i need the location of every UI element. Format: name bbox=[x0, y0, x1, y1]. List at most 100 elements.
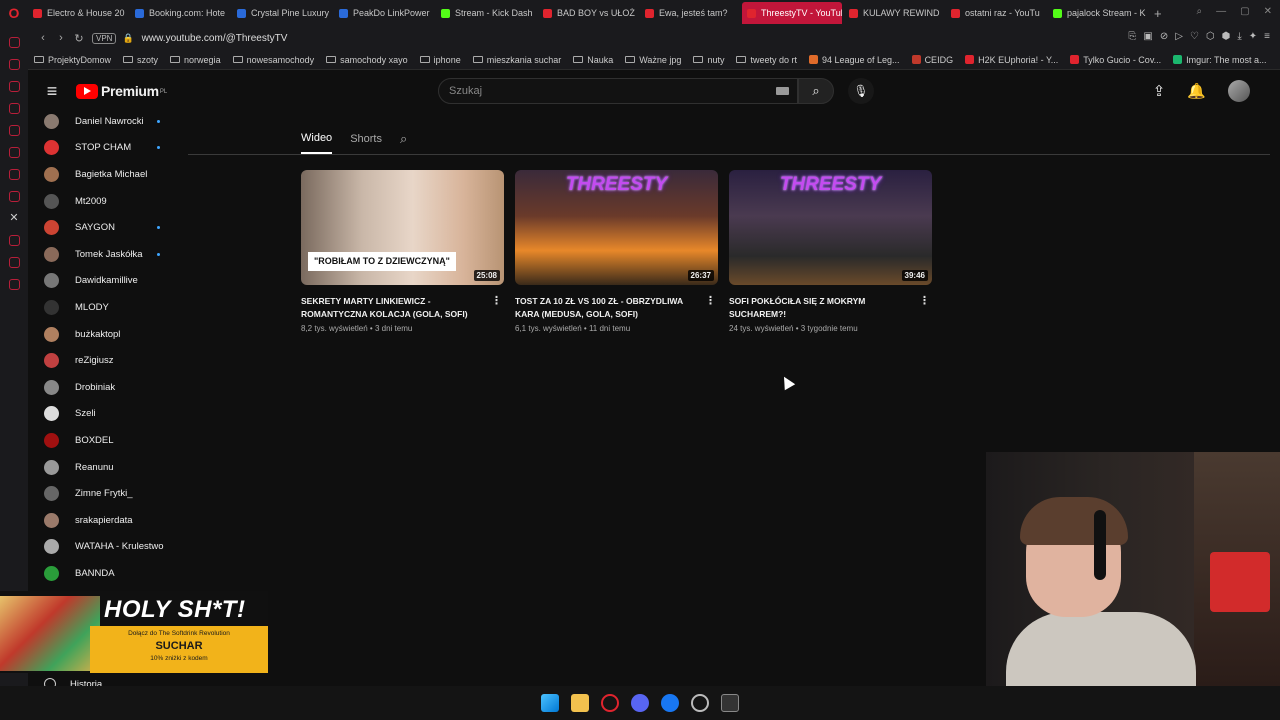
opera-taskbar-icon[interactable] bbox=[601, 694, 619, 712]
video-thumbnail[interactable]: "ROBIŁAM TO Z DZIEWCZYNĄ" 25:08 bbox=[301, 170, 504, 285]
downloads-icon[interactable] bbox=[8, 257, 20, 268]
bookmark-item[interactable]: nowesamochody bbox=[232, 55, 314, 65]
back-icon[interactable]: ‹ bbox=[34, 32, 52, 44]
sidebar-item-channel[interactable]: Zimne Frytki_ bbox=[28, 480, 188, 507]
bookmark-item[interactable]: samochody xayo bbox=[326, 55, 408, 65]
browser-tab[interactable]: ostatni raz - YouTu bbox=[946, 2, 1046, 24]
browser-tab[interactable]: Stream - Kick Dash bbox=[436, 2, 536, 24]
player-icon[interactable]: ▷ bbox=[1175, 31, 1183, 42]
telegram-icon[interactable] bbox=[8, 125, 20, 136]
sidebar-item-channel[interactable]: Reanunu bbox=[28, 454, 188, 481]
search-tabs-icon[interactable]: ⌕ bbox=[1197, 6, 1203, 17]
extensions-icon[interactable] bbox=[8, 279, 20, 290]
browser-tab[interactable]: Electro & House 20 bbox=[28, 2, 128, 24]
file-explorer-icon[interactable] bbox=[571, 694, 589, 712]
video-menu-icon[interactable]: ⋮ bbox=[705, 295, 716, 308]
whatsapp-icon[interactable] bbox=[8, 103, 20, 114]
discord-taskbar-icon[interactable] bbox=[631, 694, 649, 712]
search-input[interactable]: Szukaj bbox=[438, 78, 798, 104]
video-thumbnail[interactable]: THREESTY 26:37 bbox=[515, 170, 718, 285]
guide-menu-icon[interactable]: ≡ bbox=[28, 81, 76, 102]
ai-icon[interactable]: ✦ bbox=[1249, 31, 1257, 42]
sidebar-item-channel[interactable]: Drobiniak bbox=[28, 374, 188, 401]
messenger-taskbar-icon[interactable] bbox=[661, 694, 679, 712]
browser-tab[interactable]: Booking.com: Hote bbox=[130, 2, 230, 24]
sidebar-item-channel[interactable]: Tomek Jaskółka bbox=[28, 241, 188, 268]
video-thumbnail[interactable]: THREESTY 39:46 bbox=[729, 170, 932, 285]
bookmark-item[interactable]: H2K EUphoria! - Y... bbox=[965, 55, 1058, 65]
download-icon[interactable]: ⤓ bbox=[1237, 31, 1241, 42]
account-avatar[interactable] bbox=[1228, 80, 1250, 102]
forward-icon[interactable]: › bbox=[52, 32, 70, 44]
browser-tab[interactable]: ThreestyTV - YouTube bbox=[742, 2, 842, 24]
bookmark-item[interactable]: norwegia bbox=[170, 55, 221, 65]
new-tab-icon[interactable]: + bbox=[1154, 6, 1162, 21]
search-button[interactable]: ⌕ bbox=[798, 78, 834, 104]
url-field[interactable]: www.youtube.com/@ThreestyTV bbox=[142, 33, 288, 44]
aria-icon[interactable] bbox=[8, 59, 20, 70]
sidebar-item-channel[interactable]: reZigiusz bbox=[28, 347, 188, 374]
sidebar-item-channel[interactable]: srakapierdata bbox=[28, 507, 188, 534]
menu-icon[interactable]: ≡ bbox=[1264, 31, 1270, 42]
sidebar-item-channel[interactable]: Bagietka Michael bbox=[28, 161, 188, 188]
bookmark-item[interactable]: iphone bbox=[419, 55, 461, 65]
adblock-icon[interactable]: ⊘ bbox=[1160, 31, 1168, 42]
sidebar-item-channel[interactable]: BANNDA bbox=[28, 560, 188, 587]
sidebar-item-channel[interactable]: SAYGON bbox=[28, 214, 188, 241]
voice-search-icon[interactable]: 🎙 bbox=[848, 78, 874, 104]
heart-icon[interactable]: ♡ bbox=[1190, 31, 1199, 42]
twitch-icon[interactable] bbox=[8, 191, 20, 202]
video-menu-icon[interactable]: ⋮ bbox=[491, 295, 502, 308]
video-title[interactable]: SEKRETY MARTY LINKIEWICZ - ROMANTYCZNA K… bbox=[301, 296, 468, 319]
sidebar-item-channel[interactable]: Szeli bbox=[28, 401, 188, 428]
extensions-toolbar-icon[interactable]: ⬡ bbox=[1206, 31, 1215, 42]
steam-taskbar-icon[interactable] bbox=[691, 694, 709, 712]
browser-tab[interactable]: PeakDo LinkPower bbox=[334, 2, 434, 24]
video-title[interactable]: SOFI POKŁÓCIŁA SIĘ Z MOKRYM SUCHAREM?! bbox=[729, 296, 865, 319]
tab-shorts[interactable]: Shorts bbox=[350, 133, 382, 153]
suchar-ad-overlay[interactable]: HOLY SH*T! Dołącz do The Softdrink Revol… bbox=[0, 591, 268, 673]
sidebar-item-channel[interactable]: bużkaktopl bbox=[28, 321, 188, 348]
messenger-icon[interactable] bbox=[8, 81, 20, 92]
bookmark-item[interactable]: tweety do rt bbox=[736, 55, 797, 65]
bookmark-item[interactable]: Tylko Gucio - Cov... bbox=[1070, 55, 1161, 65]
vpn-icon[interactable]: ⬢ bbox=[1222, 31, 1231, 42]
video-title[interactable]: TOST ZA 10 ZŁ VS 100 ZŁ - OBRZYDLIWA KAR… bbox=[515, 296, 683, 319]
maximize-icon[interactable]: ▢ bbox=[1240, 6, 1249, 17]
sidebar-item-channel[interactable]: STOP CHAM bbox=[28, 135, 188, 162]
vpn-badge[interactable]: VPN bbox=[92, 32, 117, 44]
bookmark-item[interactable]: 94 League of Leg... bbox=[808, 55, 900, 65]
video-menu-icon[interactable]: ⋮ bbox=[919, 295, 930, 308]
browser-tab[interactable]: KULAWY REWIND bbox=[844, 2, 944, 24]
browser-tab[interactable]: Ewa, jesteś tam? bbox=[640, 2, 740, 24]
browser-tab[interactable]: Crystal Pine Luxury bbox=[232, 2, 332, 24]
bookmark-item[interactable]: Ważne jpg bbox=[625, 55, 681, 65]
opera-logo-icon[interactable]: O bbox=[0, 0, 28, 26]
bookmark-item[interactable]: Nauka bbox=[573, 55, 613, 65]
upload-icon[interactable]: ⇪ bbox=[1153, 82, 1166, 100]
home-icon[interactable] bbox=[8, 37, 20, 48]
bookmark-page-icon[interactable]: ⎘ bbox=[1128, 31, 1136, 42]
youtube-premium-logo[interactable]: Premium PL bbox=[76, 83, 167, 99]
sidebar-item-channel[interactable]: Mt2009 bbox=[28, 188, 188, 215]
sidebar-item-channel[interactable]: Daniel Nawrocki bbox=[28, 108, 188, 135]
reload-icon[interactable]: ↻ bbox=[70, 32, 88, 45]
windows-start-icon[interactable] bbox=[541, 694, 559, 712]
sidebar-item-channel[interactable]: Dawidkamillive bbox=[28, 268, 188, 295]
notifications-bell-icon[interactable]: 🔔 bbox=[1187, 82, 1206, 100]
discord-icon[interactable] bbox=[8, 147, 20, 158]
sidebar-item-channel[interactable]: MLODY bbox=[28, 294, 188, 321]
browser-tab[interactable]: BAD BOY vs UŁOŻ bbox=[538, 2, 638, 24]
browser-tab[interactable]: pajalock Stream - K bbox=[1048, 2, 1148, 24]
bookmark-item[interactable]: nuty bbox=[693, 55, 724, 65]
settings-icon[interactable] bbox=[8, 169, 20, 180]
video-card[interactable]: THREESTY 26:37 TOST ZA 10 ZŁ VS 100 ZŁ - O… bbox=[515, 170, 718, 333]
close-window-icon[interactable]: ✕ bbox=[1264, 6, 1272, 17]
keyboard-icon[interactable] bbox=[776, 87, 789, 95]
tab-videos[interactable]: Wideo bbox=[301, 132, 333, 154]
lock-icon[interactable]: 🔒 bbox=[122, 33, 133, 44]
sidebar-item-channel[interactable]: WATAHA - Krulestwo bbox=[28, 534, 188, 561]
bookmark-item[interactable]: mieszkania suchar bbox=[472, 55, 561, 65]
terminal-taskbar-icon[interactable] bbox=[721, 694, 739, 712]
video-card[interactable]: THREESTY 39:46 SOFI POKŁÓCIŁA SIĘ Z MOKRYM… bbox=[729, 170, 932, 333]
